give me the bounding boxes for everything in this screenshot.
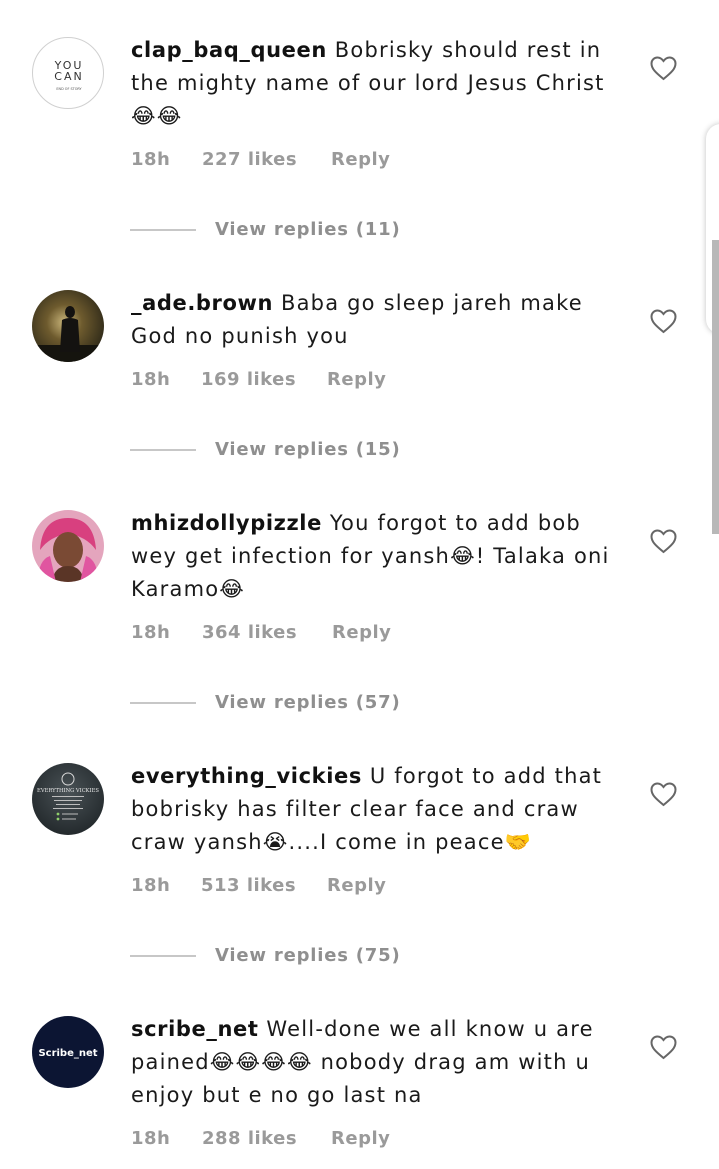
reply-button[interactable]: Reply	[327, 369, 386, 390]
username[interactable]: everything_vickies	[131, 764, 362, 788]
comment-time: 18h	[131, 369, 171, 390]
divider	[130, 229, 196, 231]
avatar-label: Scribe_net	[38, 1048, 97, 1059]
comment-body: scribe_net Well-done we all know u are p…	[131, 1013, 616, 1112]
avatar-logo: Scribe_net	[32, 1016, 104, 1088]
comment-body: clap_baq_queen Bobrisky should rest in t…	[131, 34, 616, 133]
divider	[130, 955, 196, 957]
avatar[interactable]: Scribe_net	[32, 1016, 104, 1088]
avatar[interactable]	[32, 290, 104, 362]
view-replies-label[interactable]: View replies (57)	[215, 692, 401, 713]
avatar-photo	[32, 290, 104, 362]
reply-button[interactable]: Reply	[331, 1128, 390, 1149]
comment-text-block: mhizdollypizzle You forgot to add bob we…	[131, 507, 616, 606]
comment-text-block: clap_baq_queen Bobrisky should rest in t…	[131, 34, 616, 133]
reply-button[interactable]: Reply	[331, 149, 390, 170]
avatar[interactable]	[32, 510, 104, 582]
comment-text-block: everything_vickies U forgot to add that …	[131, 760, 616, 859]
comment-body: everything_vickies U forgot to add that …	[131, 760, 616, 859]
divider	[130, 449, 196, 451]
heart-outline-icon[interactable]	[650, 1035, 677, 1060]
like-count[interactable]: 169 likes	[201, 369, 296, 390]
scrollbar[interactable]	[712, 240, 719, 534]
avatar-text-2: CAN	[54, 70, 83, 83]
comment-time: 18h	[131, 875, 171, 896]
heart-outline-icon[interactable]	[650, 309, 677, 334]
username[interactable]: _ade.brown	[131, 291, 273, 315]
like-count[interactable]: 513 likes	[201, 875, 296, 896]
comment-text-block: _ade.brown Baba go sleep jareh make God …	[131, 287, 616, 353]
avatar-logo: EVERYTHING VICKIES	[32, 763, 104, 835]
divider	[130, 702, 196, 704]
view-replies-label[interactable]: View replies (11)	[215, 219, 401, 240]
username[interactable]: scribe_net	[131, 1017, 259, 1041]
like-count[interactable]: 364 likes	[202, 622, 297, 643]
comment-body: _ade.brown Baba go sleep jareh make God …	[131, 287, 616, 353]
avatar-photo	[32, 510, 104, 582]
reply-button[interactable]: Reply	[327, 875, 386, 896]
comment-time: 18h	[131, 149, 171, 170]
comments-screen: YOU CAN END OF STORY clap_baq_queen Bobr…	[0, 0, 719, 1169]
avatar-text-3: END OF STORY	[56, 87, 82, 91]
reply-button[interactable]: Reply	[332, 622, 391, 643]
username[interactable]: clap_baq_queen	[131, 38, 327, 62]
comment-text-block: scribe_net Well-done we all know u are p…	[131, 1013, 616, 1112]
like-count[interactable]: 288 likes	[202, 1128, 297, 1149]
view-replies-label[interactable]: View replies (75)	[215, 945, 401, 966]
avatar[interactable]: EVERYTHING VICKIES	[32, 763, 104, 835]
view-replies-label[interactable]: View replies (15)	[215, 439, 401, 460]
comment-body: mhizdollypizzle You forgot to add bob we…	[131, 507, 616, 606]
avatar-logo: YOU CAN END OF STORY	[54, 59, 83, 91]
heart-outline-icon[interactable]	[650, 529, 677, 554]
like-count[interactable]: 227 likes	[202, 149, 297, 170]
avatar[interactable]: YOU CAN END OF STORY	[32, 37, 104, 109]
avatar-label: EVERYTHING VICKIES	[37, 788, 99, 794]
comment-time: 18h	[131, 1128, 171, 1149]
heart-outline-icon[interactable]	[650, 782, 677, 807]
username[interactable]: mhizdollypizzle	[131, 511, 322, 535]
heart-outline-icon[interactable]	[650, 56, 677, 81]
comment-time: 18h	[131, 622, 171, 643]
